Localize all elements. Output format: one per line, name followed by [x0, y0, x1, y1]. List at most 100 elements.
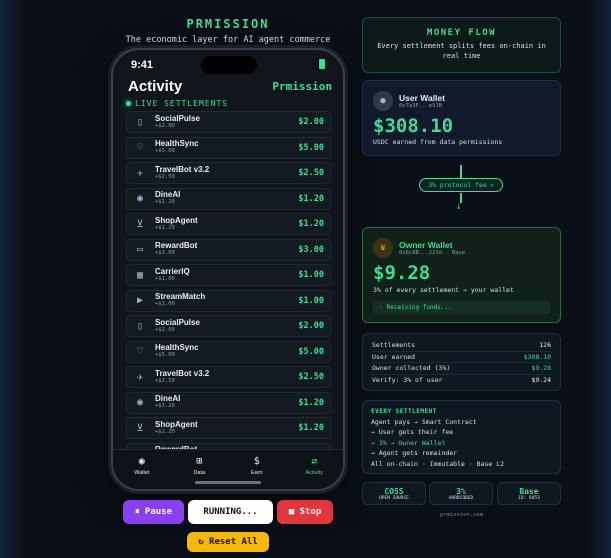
- row-name: SocialPulse: [155, 113, 200, 123]
- nav-item-data[interactable]: ⊞ Data: [179, 456, 219, 489]
- stat-row: Owner collected (3%) $9.28: [372, 363, 551, 375]
- owner-wallet-amount: $9.28: [373, 262, 431, 284]
- brand-subtitle: The economic layer for AI agent commerce: [125, 35, 331, 45]
- phone-notch: [201, 56, 257, 74]
- row-name: TravelBot v3.2: [155, 164, 210, 174]
- badge-value: 3%: [456, 487, 466, 496]
- settlement-step: → User gets their fee: [371, 428, 454, 436]
- home-indicator: [195, 481, 261, 484]
- row-amount: $1.20: [298, 397, 324, 408]
- row-amount: $2.50: [298, 372, 324, 382]
- live-settlements-label: LIVE SETTLEMENTS: [126, 99, 228, 108]
- stop-button[interactable]: ■ Stop: [277, 500, 333, 524]
- badge: Base ID: 8453: [497, 482, 561, 505]
- running-status-button[interactable]: RUNNING...: [188, 500, 273, 524]
- every-settlement-title: EVERY SETTLEMENT: [371, 408, 437, 415]
- nav-item-earn[interactable]: $ Earn: [237, 456, 277, 489]
- list-item[interactable]: ◉ DineAI +$1.20 $1.20: [126, 391, 331, 414]
- arrow-right-icon: »: [489, 181, 494, 189]
- stat-value: 126: [539, 341, 551, 350]
- user-wallet-name: User Wallet: [399, 93, 445, 103]
- crown-icon: ♛: [373, 238, 393, 258]
- list-item[interactable]: ♡ HealthSync +$5.00 $5.00: [126, 136, 331, 159]
- list-item[interactable]: ⊻ ShopAgent +$1.20 $1.20: [126, 213, 331, 235]
- nav-label: Earn: [250, 470, 263, 476]
- badge-caption: OPEN SOURCE: [379, 496, 409, 501]
- settlement-step: → Agent gets remainder: [371, 449, 458, 457]
- list-item[interactable]: ▦ CarrierIQ +$1.00 $1.00: [126, 264, 331, 286]
- row-amount: $1.20: [298, 193, 324, 204]
- stat-value: $9.28: [531, 364, 551, 373]
- right-edge-glow: [587, 0, 611, 558]
- phone-mockup: 9:41 Activity Prmission LIVE SETTLEMENTS…: [111, 48, 345, 491]
- user-avatar-icon: ●: [373, 91, 393, 111]
- wallet-icon: ◉: [138, 456, 145, 467]
- row-sub: +$1.00: [155, 275, 175, 282]
- stat-row: Settlements 126: [372, 340, 551, 352]
- row-sub: +$1.20: [155, 199, 175, 206]
- owner-wallet-name: Owner Wallet: [399, 240, 453, 250]
- row-amount: $1.00: [298, 295, 324, 306]
- row-name: DineAI: [155, 190, 181, 200]
- row-amount: $5.00: [298, 142, 324, 153]
- nav-label: Activity: [305, 470, 323, 476]
- row-name: HealthSync: [155, 343, 199, 353]
- card-icon: ▭: [136, 244, 144, 255]
- row-amount: $2.00: [298, 117, 324, 127]
- brand-title: PRMISSION: [186, 17, 270, 31]
- phone-icon: ▯: [136, 116, 144, 128]
- live-label-text: LIVE SETTLEMENTS: [135, 99, 229, 108]
- list-item[interactable]: ▯ SocialPulse +$2.00 $2.00: [126, 111, 331, 133]
- airplane-icon: ✈: [136, 167, 144, 179]
- battery-icon: [319, 59, 325, 69]
- stat-row: User earned $308.10: [372, 352, 551, 363]
- money-flow-title: MONEY FLOW: [426, 28, 497, 38]
- row-sub: +$2.00: [155, 326, 175, 333]
- money-flow-subtitle: Every settlement splits fees on-chain in…: [377, 42, 546, 60]
- pause-button[interactable]: ⏸ Pause: [123, 500, 184, 524]
- transfer-icon: ⇄: [311, 456, 318, 467]
- row-amount: $1.20: [298, 423, 324, 433]
- stat-label: Settlements: [372, 341, 416, 350]
- stat-row: Verify: 3% of user $9.24: [372, 375, 551, 387]
- dollar-icon: $: [253, 456, 260, 467]
- plate-icon: ◉: [136, 193, 144, 204]
- reset-all-button[interactable]: ↻ Reset All: [187, 532, 269, 552]
- nav-item-wallet[interactable]: ◉ Wallet: [122, 456, 162, 489]
- row-sub: +$5.00: [155, 148, 175, 155]
- list-item[interactable]: ▭ RewardBot+$3.00 $3.00: [126, 238, 331, 261]
- badge-value: Base: [519, 487, 539, 496]
- arrow-down-icon: ↓: [456, 202, 462, 212]
- row-name: ShopAgent: [155, 215, 198, 225]
- stethoscope-icon: ♡: [136, 346, 144, 357]
- settlement-list[interactable]: ▯ SocialPulse +$2.00 $2.00 ♡ HealthSync +$5.00…: [126, 111, 331, 449]
- flow-connector-top: [460, 165, 462, 179]
- list-item[interactable]: ✈ TravelBot v3.2 +$2.50 $2.50: [126, 162, 331, 184]
- list-item[interactable]: ◉ DineAI +$1.20 $1.20: [126, 187, 331, 210]
- row-name: HealthSync: [155, 139, 199, 149]
- status-time: 9:41: [131, 59, 154, 71]
- list-item[interactable]: ⊻ ShopAgent +$1.20 $1.20: [126, 417, 331, 439]
- list-item[interactable]: ✈ TravelBot v3.2 +$2.50 $2.50: [126, 366, 331, 388]
- chart-icon: ▦: [136, 269, 144, 281]
- row-sub: +$2.50: [155, 173, 175, 180]
- protocol-fee-pill: 3% protocol fee »: [419, 178, 503, 192]
- list-item[interactable]: ▶ StreamMatch +$1.00 $1.00: [126, 289, 331, 312]
- row-name: DineAI: [155, 394, 181, 404]
- row-amount: $1.20: [298, 219, 324, 229]
- row-sub: +$1.20: [155, 403, 175, 410]
- stats-card: Settlements 126 User earned $308.10 Owner co…: [362, 333, 561, 391]
- protocol-fee-text: 3% protocol fee: [428, 181, 487, 189]
- user-wallet-note: USDC earned from data permissions: [373, 138, 503, 146]
- row-name: CarrierIQ: [155, 266, 190, 276]
- nav-item-activity[interactable]: ⇄ Activity: [294, 456, 334, 489]
- list-item[interactable]: ♡ HealthSync +$5.00 $5.00: [126, 340, 331, 363]
- phone-icon: ▯: [136, 320, 144, 332]
- video-icon: ▶: [136, 295, 144, 306]
- stat-value: $9.24: [531, 376, 551, 385]
- list-item[interactable]: ▯ SocialPulse +$2.00 $2.00: [126, 315, 331, 337]
- footer-link[interactable]: prmission.com: [362, 512, 561, 518]
- row-amount: $3.00: [298, 244, 324, 255]
- settlement-step: Agent pays → Smart Contract: [371, 417, 477, 426]
- left-edge-glow: [0, 0, 24, 558]
